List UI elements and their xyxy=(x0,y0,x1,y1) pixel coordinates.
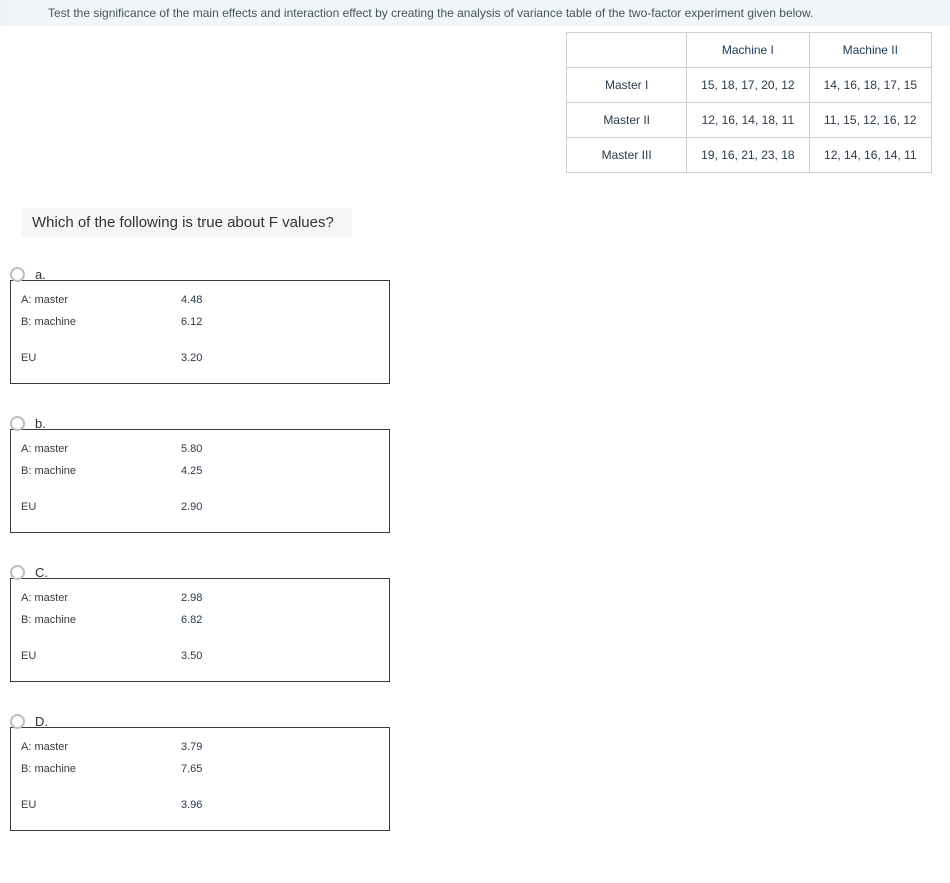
options-area: a. A: master4.48 B: machine6.12 EU3.20 b… xyxy=(0,267,950,883)
cell: 15, 18, 17, 20, 12 xyxy=(687,68,809,103)
option-head: a. xyxy=(10,267,950,282)
label-eu: EU xyxy=(21,352,181,364)
value-b: 4.25 xyxy=(181,465,202,477)
option-head: b. xyxy=(10,416,950,431)
label-eu: EU xyxy=(21,501,181,513)
label-a: A: master xyxy=(21,592,181,604)
row-header: Master II xyxy=(567,103,687,138)
label-a: A: master xyxy=(21,741,181,753)
table-row: Master I 15, 18, 17, 20, 12 14, 16, 18, … xyxy=(567,68,932,103)
option-box: A: master2.98 B: machine6.82 EU3.50 xyxy=(10,578,390,682)
cell: 14, 16, 18, 17, 15 xyxy=(809,68,931,103)
option-d[interactable]: D. A: master3.79 B: machine7.65 EU3.96 xyxy=(10,714,950,835)
radio-icon[interactable] xyxy=(10,416,25,431)
option-b[interactable]: b. A: master5.80 B: machine4.25 EU2.90 xyxy=(10,416,950,537)
question-text: Which of the following is true about F v… xyxy=(22,208,352,237)
instruction-bar: Test the significance of the main effect… xyxy=(0,0,950,26)
value-eu: 3.20 xyxy=(181,352,202,364)
top-area: Machine I Machine II Master I 15, 18, 17… xyxy=(0,32,950,202)
value-b: 6.82 xyxy=(181,614,202,626)
option-letter: a. xyxy=(35,267,46,282)
label-b: B: machine xyxy=(21,614,181,626)
question-label: Which of the following is true about F v… xyxy=(32,214,334,231)
row-header: Master III xyxy=(567,138,687,173)
col-header-2: Machine II xyxy=(809,33,931,68)
instruction-text: Test the significance of the main effect… xyxy=(48,6,813,20)
data-table: Machine I Machine II Master I 15, 18, 17… xyxy=(566,32,932,173)
value-a: 5.80 xyxy=(181,443,202,455)
cell: 19, 16, 21, 23, 18 xyxy=(687,138,809,173)
label-b: B: machine xyxy=(21,316,181,328)
option-head: D. xyxy=(10,714,950,729)
option-letter: D. xyxy=(35,714,48,729)
cell: 11, 15, 12, 16, 12 xyxy=(809,103,931,138)
option-box: A: master3.79 B: machine7.65 EU3.96 xyxy=(10,727,390,831)
option-box: A: master4.48 B: machine6.12 EU3.20 xyxy=(10,280,390,384)
radio-icon[interactable] xyxy=(10,565,25,580)
value-eu: 2.90 xyxy=(181,501,202,513)
value-b: 6.12 xyxy=(181,316,202,328)
label-a: A: master xyxy=(21,443,181,455)
radio-icon[interactable] xyxy=(10,267,25,282)
cell: 12, 14, 16, 14, 11 xyxy=(809,138,931,173)
label-b: B: machine xyxy=(21,763,181,775)
value-eu: 3.50 xyxy=(181,650,202,662)
cell: 12, 16, 14, 18, 11 xyxy=(687,103,809,138)
option-a[interactable]: a. A: master4.48 B: machine6.12 EU3.20 xyxy=(10,267,950,388)
table-row: Master III 19, 16, 21, 23, 18 12, 14, 16… xyxy=(567,138,932,173)
label-a: A: master xyxy=(21,294,181,306)
value-a: 3.79 xyxy=(181,741,202,753)
radio-icon[interactable] xyxy=(10,714,25,729)
row-header: Master I xyxy=(567,68,687,103)
label-eu: EU xyxy=(21,650,181,662)
value-b: 7.65 xyxy=(181,763,202,775)
option-letter: C. xyxy=(35,565,48,580)
option-box: A: master5.80 B: machine4.25 EU2.90 xyxy=(10,429,390,533)
col-header-1: Machine I xyxy=(687,33,809,68)
value-a: 2.98 xyxy=(181,592,202,604)
option-letter: b. xyxy=(35,416,46,431)
option-head: C. xyxy=(10,565,950,580)
table-row: Master II 12, 16, 14, 18, 11 11, 15, 12,… xyxy=(567,103,932,138)
table-corner xyxy=(567,33,687,68)
label-b: B: machine xyxy=(21,465,181,477)
value-a: 4.48 xyxy=(181,294,202,306)
option-c[interactable]: C. A: master2.98 B: machine6.82 EU3.50 xyxy=(10,565,950,686)
